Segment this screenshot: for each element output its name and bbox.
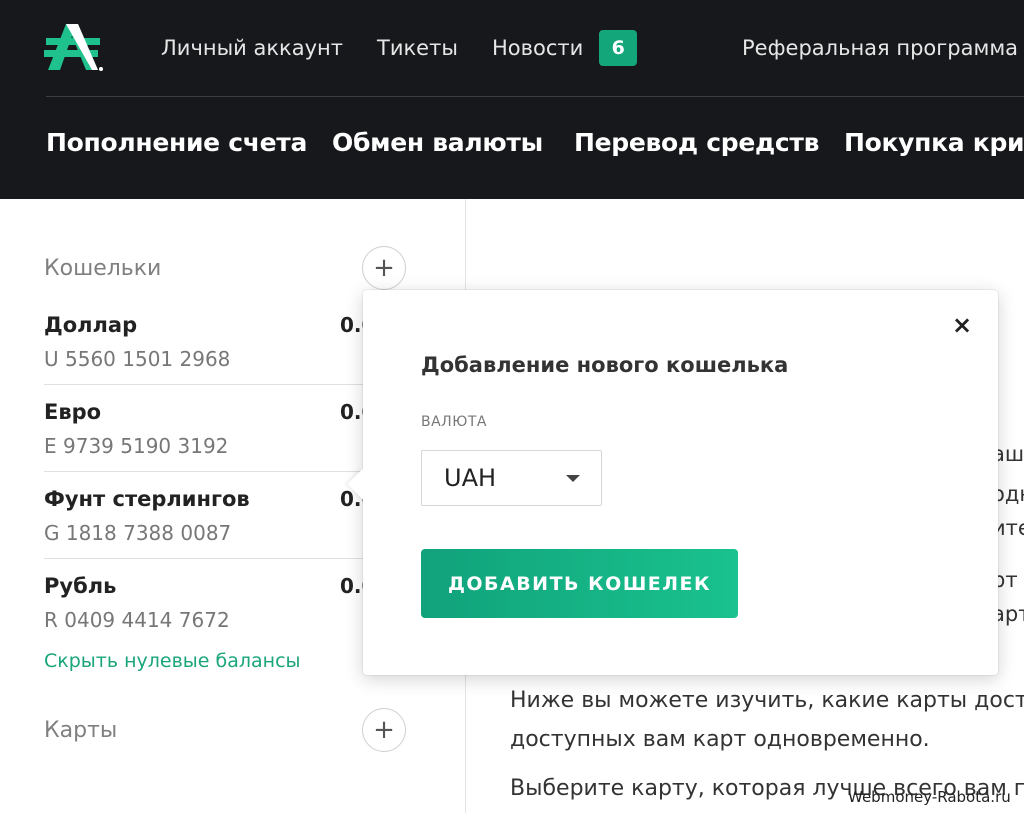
wallet-name: Евро [44, 400, 102, 424]
wallet-name: Доллар [44, 313, 138, 337]
wallet-number: U 5560 1501 2968 [44, 347, 231, 371]
add-wallet-plus-button[interactable]: + [362, 246, 406, 290]
add-card-plus-button[interactable]: + [362, 708, 406, 752]
wallet-name: Рубль [44, 574, 117, 598]
header-divider [46, 96, 1024, 97]
plus-icon: + [373, 253, 395, 283]
wallet-item-rub[interactable]: Рубль R 0409 4414 7672 0.0 [44, 574, 384, 660]
add-wallet-button[interactable]: ДОБАВИТЬ КОШЕЛЕК [421, 549, 738, 618]
close-icon[interactable]: × [949, 312, 975, 338]
currency-label: ВАЛЮТА [421, 414, 487, 430]
wallet-number: R 0409 4414 7672 [44, 608, 230, 632]
nav-buy-crypto[interactable]: Покупка крип [844, 128, 1024, 157]
content-paragraph-line: Ниже вы можете изучить, какие карты дост… [510, 688, 1024, 713]
nav-currency-exchange[interactable]: Обмен валюты [332, 128, 543, 157]
wallet-item-usd[interactable]: Доллар U 5560 1501 2968 0.0 [44, 313, 384, 399]
wallets-section-title: Кошельки [44, 256, 162, 281]
content-paragraph-line: доступных вам карт одновременно. [510, 727, 930, 752]
wallet-item-eur[interactable]: Евро E 9739 5190 3192 0.0 [44, 400, 384, 486]
wallet-item-gbp[interactable]: Фунт стерлингов G 1818 7388 0087 0.0 [44, 487, 384, 573]
wallet-name: Фунт стерлингов [44, 487, 250, 511]
nav-personal-account[interactable]: Личный аккаунт [161, 32, 343, 64]
add-wallet-modal: × Добавление нового кошелька ВАЛЮТА UAH … [347, 290, 998, 675]
chevron-down-icon [566, 475, 580, 482]
currency-select[interactable]: UAH [421, 450, 602, 506]
wallet-number: E 9739 5190 3192 [44, 434, 229, 458]
top-header: Личный аккаунт Тикеты Новости 6 Рефераль… [0, 0, 1024, 199]
nav-tickets[interactable]: Тикеты [377, 32, 458, 64]
nav-transfer-funds[interactable]: Перевод средств [574, 128, 819, 157]
nav-news-label: Новости [492, 36, 584, 60]
news-count-badge: 6 [599, 30, 638, 66]
plus-icon: + [373, 715, 395, 745]
cards-section-title: Карты [44, 718, 118, 743]
advcash-logo-icon[interactable] [44, 22, 106, 74]
wallet-number: G 1818 7388 0087 [44, 521, 232, 545]
nav-deposit[interactable]: Пополнение счета [46, 128, 307, 157]
hide-zero-balances-link[interactable]: Скрыть нулевые балансы [44, 650, 301, 672]
watermark-text: Webmoney-Rabota.ru [848, 788, 1011, 806]
nav-referral-program[interactable]: Реферальная программа [742, 32, 1018, 64]
nav-news[interactable]: Новости 6 [492, 30, 638, 66]
currency-selected-value: UAH [444, 464, 497, 492]
modal-title: Добавление нового кошелька [421, 353, 789, 377]
